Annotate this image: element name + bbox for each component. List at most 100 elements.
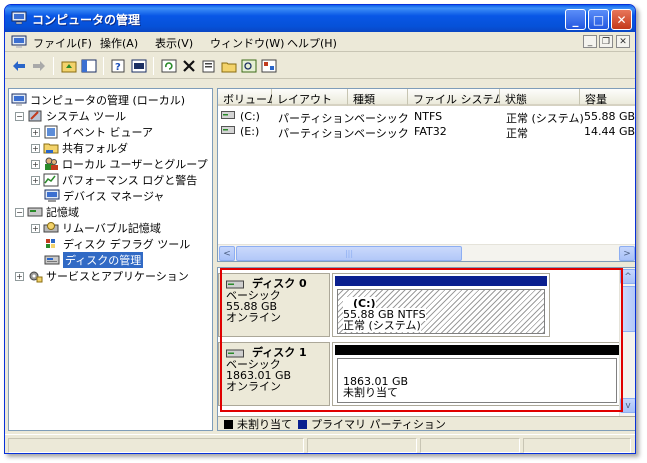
computer-management-icon[interactable]	[11, 35, 27, 49]
computer-management-window: コンピュータの管理 _ □ ✕ ファイル(F) 操作(A) 表示(V) ウィンド…	[4, 4, 636, 454]
menu-help[interactable]: ヘルプ(H)	[287, 35, 337, 51]
volume-name: (E:)	[240, 125, 260, 138]
scroll-down-button[interactable]: v	[620, 398, 635, 413]
disk-info[interactable]: ディスク 0 ベーシック 55.88 GB オンライン	[218, 273, 330, 337]
open-icon[interactable]	[220, 57, 238, 75]
mdi-minimize-button[interactable]: _	[583, 35, 597, 48]
menu-view[interactable]: 表示(V)	[155, 35, 193, 51]
back-arrow-icon[interactable]	[10, 57, 28, 75]
volume-name: (C:)	[240, 110, 260, 123]
tree-label: ディスク デフラグ ツール	[63, 238, 191, 251]
volume-capacity: 55.88 GB	[584, 110, 636, 123]
disk-name: ディスク 1	[252, 346, 307, 359]
device-manager-icon	[44, 189, 60, 203]
tree-item-event-viewer[interactable]: + イベント ビューア	[31, 124, 153, 140]
properties-icon[interactable]	[200, 57, 218, 75]
title-bar[interactable]: コンピュータの管理 _ □ ✕	[5, 5, 635, 32]
collapse-toggle[interactable]: −	[15, 207, 24, 217]
tree-item-local-users[interactable]: + ローカル ユーザーとグループ	[31, 156, 208, 172]
show-hide-tree-icon[interactable]	[80, 57, 98, 75]
help-icon[interactable]: ?	[110, 57, 128, 75]
mdi-restore-button[interactable]: ❐	[599, 35, 613, 48]
scroll-up-button[interactable]: ^	[620, 269, 635, 284]
vertical-scrollbar[interactable]: ^ v	[619, 268, 635, 416]
column-header-volume[interactable]: ボリューム	[218, 89, 278, 106]
close-button[interactable]: ✕	[611, 9, 632, 30]
column-header-layout[interactable]: レイアウト	[272, 89, 348, 106]
disk-name: ディスク 0	[252, 277, 307, 290]
users-icon	[43, 157, 59, 171]
performance-icon	[43, 173, 59, 187]
mdi-close-button[interactable]: ✕	[616, 35, 630, 48]
toolbar: ?	[5, 53, 635, 79]
tree-item-performance[interactable]: + パフォーマンス ログと警告	[31, 172, 197, 188]
tree-label: デバイス マネージャ	[63, 190, 165, 203]
tree-item-storage[interactable]: − 記憶域	[15, 204, 79, 220]
expand-toggle[interactable]: +	[31, 159, 40, 169]
minimize-button[interactable]: _	[565, 9, 586, 30]
navigation-tree: コンピュータの管理 (ローカル) − システム ツール + イベント ビューア …	[8, 88, 213, 431]
partition-area[interactable]: 1863.01 GB 未割り当て	[332, 342, 622, 406]
disk-layout-view: ディスク 0 ベーシック 55.88 GB オンライン (C:) 55.88 G…	[217, 267, 635, 431]
legend: 未割り当て プライマリ パーティション	[218, 416, 635, 431]
scroll-thumb[interactable]	[621, 286, 635, 332]
menu-window[interactable]: ウィンドウ(W)	[210, 35, 284, 51]
expand-toggle[interactable]: +	[31, 143, 40, 153]
column-header-filesystem[interactable]: ファイル システム	[408, 89, 504, 106]
menu-bar: ファイル(F) 操作(A) 表示(V) ウィンドウ(W) ヘルプ(H) _ ❐ …	[5, 32, 635, 52]
status-cell	[8, 438, 304, 453]
scroll-right-button[interactable]: >	[619, 246, 635, 261]
partition-area[interactable]: (C:) 55.88 GB NTFS 正常 (システム)	[332, 273, 550, 337]
table-row[interactable]: (E:) パーティション ベーシック FAT32 正常 14.44 GB	[218, 124, 635, 140]
status-cell	[420, 438, 520, 453]
window-title: コンピュータの管理	[32, 13, 141, 27]
column-header-type[interactable]: 種類	[348, 89, 408, 106]
expand-toggle[interactable]: +	[31, 127, 40, 137]
menu-file[interactable]: ファイル(F)	[33, 35, 92, 51]
tree-item-device-manager[interactable]: デバイス マネージャ	[44, 188, 164, 204]
scroll-thumb[interactable]: |||	[236, 246, 462, 261]
tree-item-defrag[interactable]: ディスク デフラグ ツール	[44, 236, 190, 252]
tree-label: ディスクの管理	[63, 252, 144, 268]
tree-item-disk-management[interactable]: ディスクの管理	[44, 252, 144, 268]
console-icon[interactable]	[130, 57, 148, 75]
column-header-status[interactable]: 状態	[500, 89, 580, 106]
unallocated-space[interactable]: 1863.01 GB 未割り当て	[337, 358, 617, 403]
expand-toggle[interactable]: +	[31, 175, 40, 185]
settings-icon[interactable]	[260, 57, 278, 75]
tree-label: イベント ビューア	[62, 126, 154, 139]
refresh-icon[interactable]	[160, 57, 178, 75]
legend-swatch-primary	[298, 419, 307, 429]
disk-row-0[interactable]: ディスク 0 ベーシック 55.88 GB オンライン (C:) 55.88 G…	[218, 273, 622, 337]
up-folder-icon[interactable]	[60, 57, 78, 75]
scroll-left-button[interactable]: <	[219, 246, 235, 261]
tree-item-system-tools[interactable]: − システム ツール	[15, 108, 126, 124]
volume-filesystem: NTFS	[414, 110, 443, 123]
tree-item-root[interactable]: コンピュータの管理 (ローカル)	[11, 92, 185, 108]
tree-item-services[interactable]: + サービスとアプリケーション	[15, 268, 189, 284]
forward-arrow-icon[interactable]	[30, 57, 48, 75]
tree-item-removable-storage[interactable]: + リムーバブル記憶域	[31, 220, 161, 236]
maximize-button[interactable]: □	[588, 9, 609, 30]
disk-info[interactable]: ディスク 1 ベーシック 1863.01 GB オンライン	[218, 342, 330, 406]
storage-icon	[27, 205, 43, 219]
tree-item-shared-folders[interactable]: + 共有フォルダ	[31, 140, 128, 156]
volume-layout: パーティション	[278, 127, 355, 140]
menu-action[interactable]: 操作(A)	[100, 35, 138, 51]
table-row[interactable]: (C:) パーティション ベーシック NTFS 正常 (システム) 55.88 …	[218, 109, 636, 125]
legend-primary: プライマリ パーティション	[311, 418, 446, 431]
horizontal-scrollbar[interactable]: < ||| >	[218, 244, 635, 261]
disk-row-1[interactable]: ディスク 1 ベーシック 1863.01 GB オンライン 1863.01 GB…	[218, 342, 622, 406]
volume-list: ボリューム レイアウト 種類 ファイル システム 状態 容量 (C:) パーティ…	[217, 88, 636, 262]
disk-state: オンライン	[226, 311, 281, 324]
delete-icon[interactable]	[180, 57, 198, 75]
column-header-capacity[interactable]: 容量	[580, 89, 635, 106]
search-icon[interactable]	[240, 57, 258, 75]
partition-c[interactable]: (C:) 55.88 GB NTFS 正常 (システム)	[337, 289, 545, 334]
expand-toggle[interactable]: +	[31, 223, 40, 233]
expand-toggle[interactable]: +	[15, 271, 24, 281]
defrag-icon	[44, 237, 60, 251]
tools-icon	[27, 109, 43, 123]
collapse-toggle[interactable]: −	[15, 111, 24, 121]
tree-label: 共有フォルダ	[62, 142, 128, 155]
